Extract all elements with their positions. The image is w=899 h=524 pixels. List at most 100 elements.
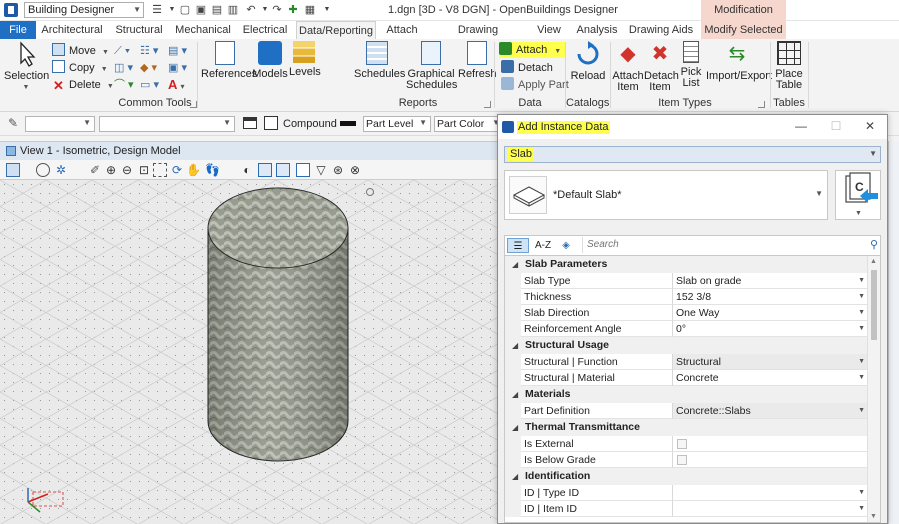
property-category[interactable]: ◢ Structural Usage	[505, 337, 868, 354]
dialog-title-bar[interactable]: Add Instance Data — ☐ ✕	[498, 115, 887, 139]
property-value[interactable]: Slab on grade ▼	[673, 273, 868, 289]
move-button[interactable]: Move ▼	[52, 43, 109, 59]
workflow-select[interactable]: Building Designer ▼	[24, 2, 144, 18]
tab-drawing-aids[interactable]: Drawing Aids	[628, 21, 694, 39]
property-value[interactable]: ▼	[673, 501, 868, 517]
collapse-caret-icon[interactable]: ◢	[512, 337, 518, 354]
apply-part-button[interactable]: Apply Part	[501, 77, 569, 93]
graphical-schedules-button[interactable]: Graphical Schedules	[406, 41, 457, 91]
lights-icon[interactable]: ✲	[54, 163, 68, 177]
chevron-down-icon[interactable]: ▼	[320, 3, 334, 17]
place-smartline-icon[interactable]: ⌒ ▾	[114, 77, 134, 93]
tab-mechanical[interactable]: Mechanical	[174, 21, 232, 39]
property-category[interactable]: ◢ Identification	[505, 468, 868, 485]
attribute-tool-icon[interactable]: ✎	[8, 116, 18, 130]
place-text-icon[interactable]: ▤ ▾	[168, 43, 187, 59]
property-value[interactable]: Concrete ▼	[673, 370, 868, 386]
chevron-down-icon[interactable]: ▼	[858, 289, 865, 305]
schedules-button[interactable]: Schedules	[354, 41, 405, 80]
close-button[interactable]: ✕	[863, 119, 877, 133]
tab-view[interactable]: View	[533, 21, 565, 39]
save-icon[interactable]: ▣	[194, 3, 208, 17]
pick-list-button[interactable]: Pick List	[678, 41, 704, 89]
collapse-caret-icon[interactable]: ◢	[512, 386, 518, 403]
place-text-a-icon[interactable]: A ▾	[168, 77, 185, 93]
clip-volume-icon[interactable]	[296, 163, 310, 177]
window-area-icon[interactable]: ⊡	[137, 163, 151, 177]
property-grid-scrollbar[interactable]: ▲ ▼	[867, 256, 880, 522]
property-checkbox[interactable]	[677, 455, 687, 465]
scroll-up-icon[interactable]: ▲	[870, 258, 877, 265]
property-category[interactable]: ◢ Slab Parameters	[505, 256, 868, 273]
view-next-icon[interactable]	[276, 163, 290, 177]
chevron-down-icon[interactable]: ▼	[858, 354, 865, 370]
view-previous-icon[interactable]	[258, 163, 272, 177]
copy-button[interactable]: Copy ▼	[52, 60, 108, 76]
property-value[interactable]: ▼	[673, 485, 868, 501]
undo-icon[interactable]: ↶	[244, 3, 258, 17]
render-icon[interactable]: ⊗	[348, 163, 362, 177]
view-display-style-icon[interactable]	[36, 163, 50, 177]
place-rows-icon[interactable]: ☷ ▾	[140, 43, 158, 59]
group-launcher[interactable]	[484, 101, 491, 108]
zoom-in-icon[interactable]: ⊕	[104, 163, 118, 177]
property-checkbox-cell[interactable]	[673, 436, 868, 452]
collapse-caret-icon[interactable]: ◢	[512, 419, 518, 436]
slab-cylinder[interactable]	[207, 187, 349, 462]
paint-icon[interactable]: ◆ ▾	[140, 60, 157, 76]
place-line-icon[interactable]: ⟋ ▾	[114, 43, 130, 59]
place-shape-icon[interactable]: ▭ ▾	[140, 77, 159, 93]
save-settings-icon[interactable]: ▤	[210, 3, 224, 17]
tab-architectural[interactable]: Architectural	[40, 21, 104, 39]
collapse-caret-icon[interactable]: ◢	[512, 256, 518, 273]
property-category[interactable]: ◢ Materials	[505, 386, 868, 403]
minimize-button[interactable]: —	[794, 119, 808, 133]
part-color-combo[interactable]: Part Color▼	[434, 116, 504, 132]
chevron-down-icon[interactable]: ▼	[858, 485, 865, 501]
detach-button[interactable]: Detach	[501, 60, 553, 76]
alphabetical-view-button[interactable]: A-Z	[532, 238, 554, 253]
chevron-down-icon[interactable]: ▼	[165, 3, 179, 17]
pick-list-icon[interactable]: ☰	[150, 3, 164, 17]
categorized-view-button[interactable]: ☰	[507, 238, 529, 253]
open-icon[interactable]: ▥	[226, 3, 240, 17]
part-level-combo[interactable]: Part Level ▼	[363, 116, 431, 132]
property-value[interactable]: 152 3/8 ▼	[673, 289, 868, 305]
tab-file[interactable]: File	[0, 21, 36, 39]
import-export-button[interactable]: ⇆ Import/Export	[706, 41, 772, 82]
zoom-out-icon[interactable]: ⊖	[120, 163, 134, 177]
walk-icon[interactable]: 👣	[205, 163, 220, 177]
scroll-down-icon[interactable]: ▼	[870, 513, 877, 520]
pin-icon[interactable]: ✚	[286, 3, 300, 17]
property-value[interactable]: One Way ▼	[673, 305, 868, 321]
attach-button[interactable]: Attach ▼	[499, 42, 566, 58]
chevron-down-icon[interactable]: ▼	[858, 501, 865, 517]
chevron-down-icon[interactable]: ▼	[858, 305, 865, 321]
property-checkbox[interactable]	[677, 439, 687, 449]
attach-item-button[interactable]: ◆ Attach Item	[612, 41, 644, 93]
property-pages-button[interactable]: ◈	[557, 238, 575, 253]
tab-electrical[interactable]: Electrical	[240, 21, 290, 39]
detach-item-button[interactable]: ✖ Detach Item	[644, 41, 679, 93]
brush-icon[interactable]: ✐	[88, 163, 102, 177]
maximize-button[interactable]: ☐	[829, 119, 843, 133]
element-template-icon[interactable]	[243, 117, 257, 129]
rotate-view-icon[interactable]: ⟳	[170, 163, 184, 177]
delete-button[interactable]: ✕ Delete ▼	[52, 77, 114, 93]
chevron-down-icon[interactable]: ▼	[858, 321, 865, 337]
line-weight-icon[interactable]	[340, 121, 356, 126]
active-element-class-combo[interactable]: ▼	[25, 116, 95, 132]
group-launcher[interactable]	[758, 101, 765, 108]
definition-selector[interactable]: *Default Slab* ▼	[504, 170, 828, 220]
pan-view-icon[interactable]: ✋	[186, 163, 201, 177]
view-canvas[interactable]	[0, 180, 498, 524]
view-window-icon[interactable]	[6, 146, 16, 156]
tab-drawing-production[interactable]: Drawing Production	[432, 21, 524, 54]
models-button[interactable]: Models	[252, 41, 288, 80]
references-button[interactable]: References	[201, 41, 257, 80]
fit-view-icon[interactable]	[153, 163, 167, 177]
property-search-input[interactable]	[583, 237, 853, 251]
refresh-button[interactable]: Refresh	[458, 41, 497, 80]
previous-view-icon[interactable]: ◐	[240, 163, 254, 177]
chevron-down-icon[interactable]: ▼	[858, 403, 865, 419]
